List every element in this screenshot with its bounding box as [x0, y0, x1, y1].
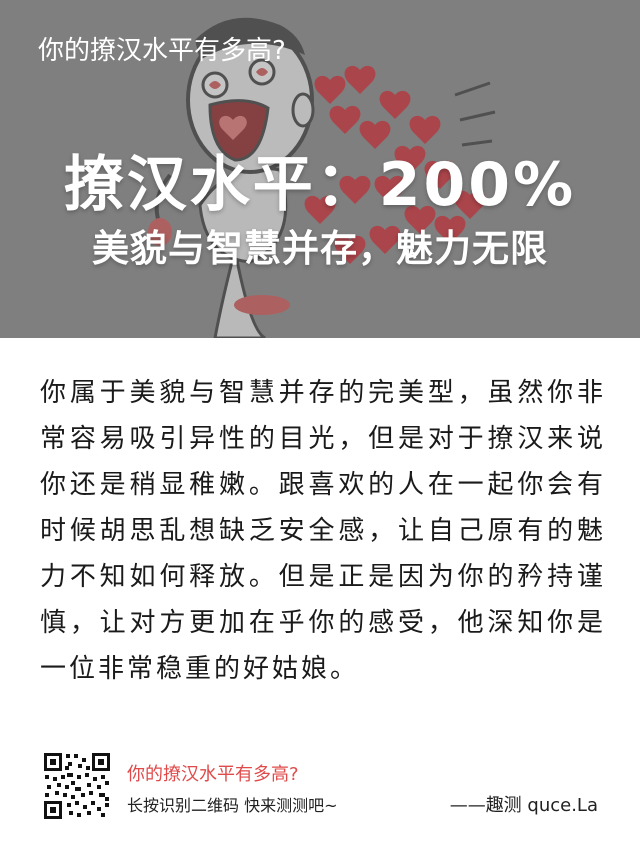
qr-code-icon[interactable]: [42, 751, 112, 821]
hero-banner: 你的撩汉水平有多高? 撩汉水平：200% 美貌与智慧并存，魅力无限: [0, 0, 640, 338]
page-title: 你的撩汉水平有多高?: [38, 36, 286, 66]
footer-scan-hint: 长按识别二维码 快来测测吧~: [127, 796, 338, 815]
footer: 你的撩汉水平有多高? 长按识别二维码 快来测测吧~ ——趣测 quce.La: [0, 740, 640, 842]
footer-brand: ——趣测 quce.La: [449, 795, 598, 816]
result-description: 你属于美貌与智慧并存的完美型，虽然你非常容易吸引异性的目光，但是对于撩汉来说你还…: [40, 378, 606, 684]
score-headline: 撩汉水平：200%: [63, 150, 577, 220]
result-card: 你的撩汉水平有多高? 撩汉水平：200% 美貌与智慧并存，魅力无限 你属于美貌与…: [0, 0, 640, 842]
footer-quiz-title: 你的撩汉水平有多高?: [127, 764, 299, 785]
result-tagline: 美貌与智慧并存，魅力无限: [92, 227, 548, 270]
